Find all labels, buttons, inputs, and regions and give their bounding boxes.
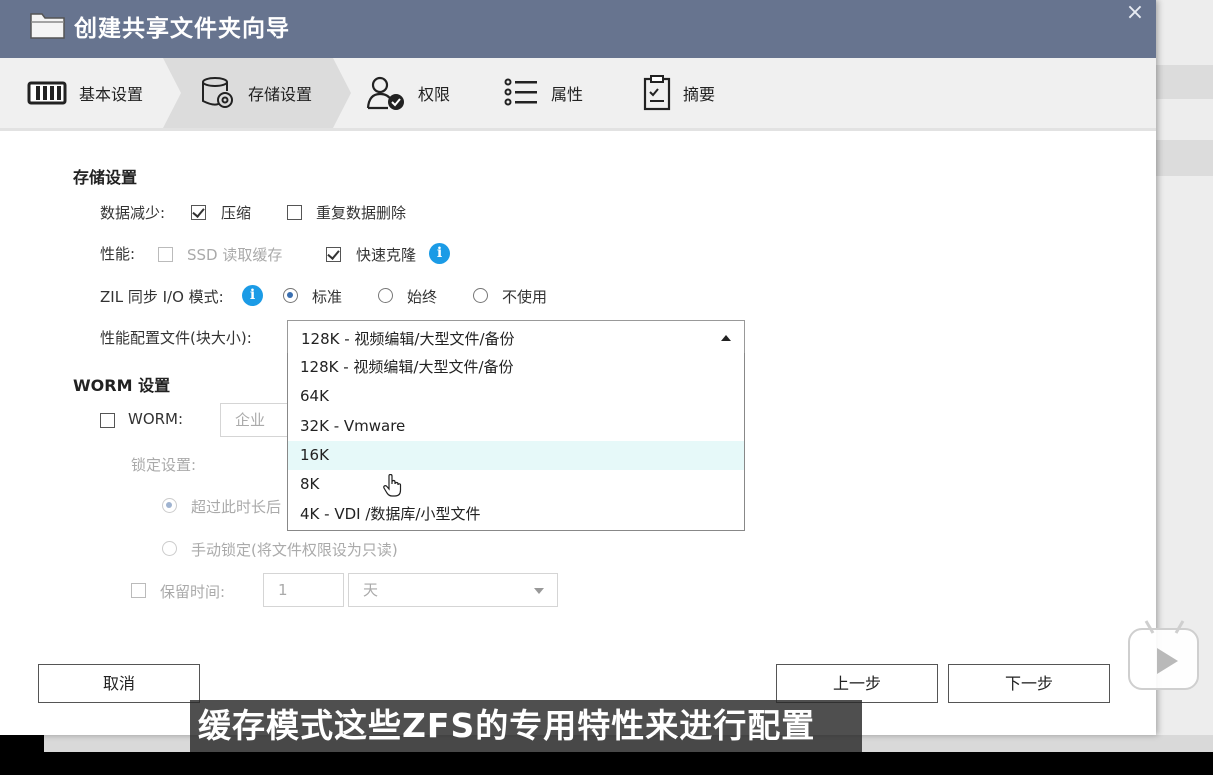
dropdown-option[interactable]: 32K - Vmware [288,412,744,441]
dropdown-option[interactable]: 8K [288,470,744,499]
performance-label: 性能: [100,245,136,263]
chevron-down-icon [534,588,544,594]
video-subtitle: 缓存模式这些ZFS的专用特性来进行配置 [190,700,862,752]
zil-label: ZIL 同步 I/O 模式: [100,288,224,306]
close-icon[interactable]: × [1124,2,1146,24]
info-icon[interactable]: i [242,285,263,306]
lock-after-duration-radio[interactable] [162,498,177,513]
step-storage-settings[interactable]: 存储设置 [200,58,312,128]
lock-after-duration-label: 超过此时长后 [191,498,282,516]
retention-checkbox[interactable] [131,583,146,598]
zil-radio-standard[interactable] [283,288,298,303]
clipboard-icon [643,75,671,111]
folder-icon [30,13,65,39]
retention-unit-select[interactable]: 天 [348,573,558,607]
compression-checkbox[interactable] [191,205,206,220]
background-band [1156,140,1213,176]
prev-button[interactable]: 上一步 [776,664,938,703]
retention-value-input[interactable]: 1 [263,573,344,607]
step-label: 摘要 [683,85,716,104]
wizard-steps: 基本设置 存储设置 权限 属性 摘要 [0,58,1156,131]
compression-label: 压缩 [221,204,252,222]
hand-cursor-icon [383,474,402,497]
step-label: 基本设置 [79,85,144,104]
ssd-cache-label: SSD 读取缓存 [187,246,283,264]
step-label: 权限 [418,85,451,104]
dropdown-option-hovered[interactable]: 16K [288,441,744,470]
profile-dropdown: 128K - 视频编辑/大型文件/备份 64K 32K - Vmware 16K… [287,353,745,531]
profile-label: 性能配置文件(块大小): [100,329,252,347]
data-reduction-label: 数据减少: [100,204,166,222]
worm-type-select[interactable]: 企业 [220,403,290,437]
cancel-button[interactable]: 取消 [38,664,200,703]
zil-option-label: 标准 [312,288,343,306]
fast-clone-label: 快速克隆 [356,246,417,264]
play-icon[interactable] [1128,620,1199,690]
worm-label: WORM: [128,410,184,428]
step-label: 存储设置 [248,85,313,104]
profile-selected-value: 128K - 视频编辑/大型文件/备份 [301,330,515,348]
ssd-cache-checkbox[interactable] [158,247,173,262]
manual-lock-label: 手动锁定(将文件权限设为只读) [191,541,398,559]
manual-lock-radio[interactable] [162,541,177,556]
lock-settings-label: 锁定设置: [131,456,197,474]
step-label: 属性 [551,85,584,104]
worm-section-title: WORM 设置 [73,376,171,395]
fast-clone-checkbox[interactable] [326,247,341,262]
list-icon [504,78,537,106]
title-bar: 创建共享文件夹向导 × [0,0,1156,58]
step-summary[interactable]: 摘要 [643,58,715,128]
step-properties[interactable]: 属性 [503,58,583,128]
retention-value: 1 [278,581,288,599]
dropdown-option[interactable]: 4K - VDI /数据库/小型文件 [288,500,744,529]
zil-radio-always[interactable] [378,288,393,303]
create-shared-folder-wizard: 创建共享文件夹向导 × 基本设置 存储设置 权限 属性 摘要 存储设置 数据减少… [0,0,1156,735]
zil-radio-disabled[interactable] [473,288,488,303]
info-icon[interactable]: i [429,243,450,264]
zil-option-label: 始终 [407,288,438,306]
dedup-checkbox[interactable] [287,205,302,220]
storage-section-title: 存储设置 [73,168,138,187]
profile-select[interactable]: 128K - 视频编辑/大型文件/备份 [287,320,745,354]
dropdown-option[interactable]: 128K - 视频编辑/大型文件/备份 [288,353,744,382]
dedup-label: 重复数据删除 [316,204,407,222]
hard-drive-icon [27,81,67,105]
chevron-up-icon [721,335,731,341]
retention-label: 保留时间: [160,583,226,601]
zil-option-label: 不使用 [502,288,548,306]
next-button[interactable]: 下一步 [948,664,1110,703]
step-basic-settings[interactable]: 基本设置 [27,58,143,128]
retention-unit: 天 [363,581,379,599]
step-permissions[interactable]: 权限 [366,58,450,128]
steps-divider [0,128,1156,131]
storage-gear-icon [202,77,233,108]
dropdown-option[interactable]: 64K [288,382,744,411]
background-band [1156,65,1213,99]
user-check-icon [366,76,404,110]
window-title: 创建共享文件夹向导 [74,16,290,42]
worm-type-value: 企业 [235,411,266,429]
play-triangle [1157,648,1178,674]
worm-checkbox[interactable] [100,413,115,428]
